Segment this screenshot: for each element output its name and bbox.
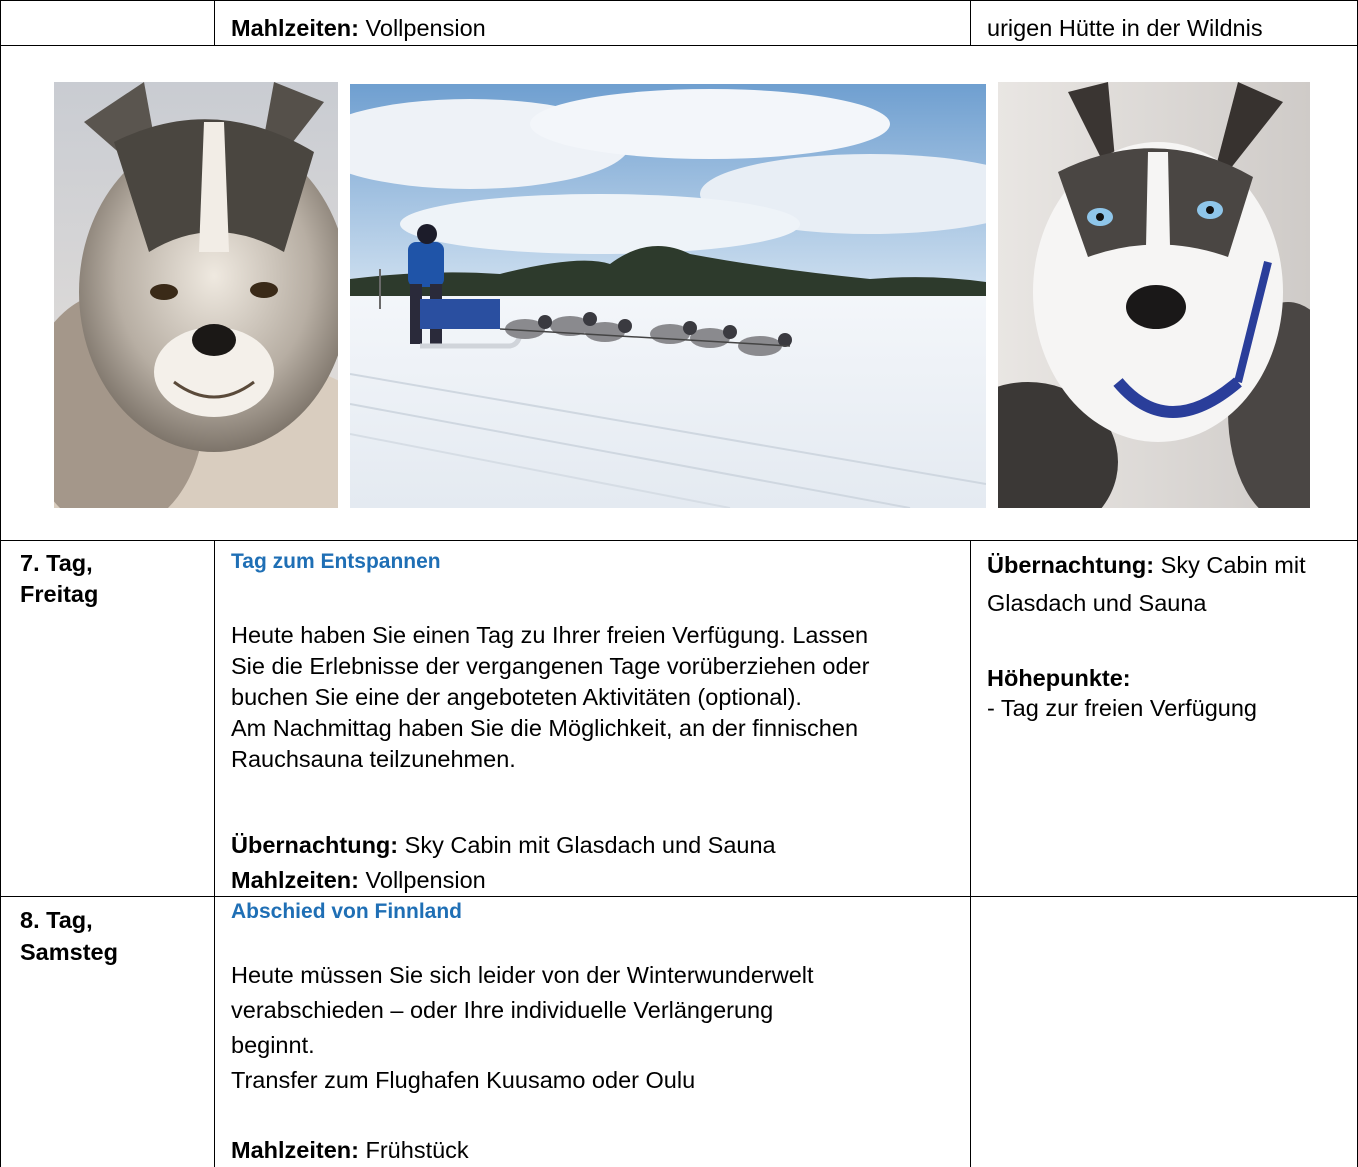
table-border-left [0, 0, 1, 1167]
stay-value: Sky Cabin mit Glasdach und Sauna [404, 832, 776, 858]
table-border-top [0, 0, 1358, 1]
meals-label: Mahlzeiten: [231, 867, 359, 893]
day7-stay-line: Übernachtung: Sky Cabin mit Glasdach und… [231, 830, 776, 860]
day8-paragraph-line: Heute müssen Sie sich leider von der Win… [231, 962, 814, 988]
meals-value: Vollpension [365, 867, 486, 893]
blue-eyed-husky-photo [998, 82, 1310, 508]
day7-paragraph-line: Heute haben Sie einen Tag zu Ihrer freie… [231, 622, 869, 648]
meals-value: Frühstück [365, 1137, 469, 1163]
row-divider [0, 540, 1358, 541]
day7-meals-line: Mahlzeiten: Vollpension [231, 865, 486, 895]
column-divider [970, 540, 971, 1167]
day7-side-stay-line: Übernachtung: Sky Cabin mit [987, 550, 1306, 580]
day7-weekday-label: Freitag [20, 581, 99, 607]
day7-paragraph-line: buchen Sie eine der angeboteten Aktivitä… [231, 684, 802, 710]
day8-paragraph-line: beginnt. [231, 1032, 315, 1058]
day8-paragraph-line: Transfer zum Flughafen Kuusamo oder Oulu [231, 1067, 696, 1093]
meals-value: Vollpension [365, 15, 486, 41]
day8-day-label: 8. Tag, [20, 907, 93, 933]
row-divider [0, 896, 1358, 897]
day8-heading: Abschied von Finnland [231, 900, 463, 923]
side-stay-value: Sky Cabin mit [1160, 552, 1306, 578]
husky-portrait-photo [54, 82, 338, 508]
day7-heading: Tag zum Entspannen [231, 550, 441, 573]
side-stay-label: Übernachtung: [987, 552, 1155, 578]
column-divider [970, 0, 971, 46]
stay-label: Übernachtung: [231, 832, 399, 858]
day7-paragraph-line: Am Nachmittag haben Sie die Möglichkeit,… [231, 715, 859, 741]
day7-highlight-item: - Tag zur freien Verfügung [987, 695, 1257, 721]
day7-day-label: 7. Tag, [20, 550, 93, 576]
top-right-text: urigen Hütte in der Wildnis [987, 15, 1263, 41]
day7-paragraph-line: Sie die Erlebnisse der vergangenen Tage … [231, 653, 870, 679]
column-divider [214, 540, 215, 1167]
dog-sled-team-photo [350, 84, 986, 508]
day8-weekday-label: Samsteg [20, 939, 118, 965]
row-divider [0, 45, 1358, 46]
day8-meals-line: Mahlzeiten: Frühstück [231, 1135, 469, 1165]
meals-label: Mahlzeiten: [231, 1137, 359, 1163]
top-meals-line: Mahlzeiten: Vollpension [231, 13, 486, 43]
day7-side-stay-value-2: Glasdach und Sauna [987, 590, 1207, 616]
column-divider [214, 0, 215, 46]
day7-highlights-label: Höhepunkte: [987, 665, 1131, 691]
day8-paragraph-line: verabschieden – oder Ihre individuelle V… [231, 997, 774, 1023]
meals-label: Mahlzeiten: [231, 15, 359, 41]
day7-paragraph-line: Rauchsauna teilzunehmen. [231, 746, 516, 772]
